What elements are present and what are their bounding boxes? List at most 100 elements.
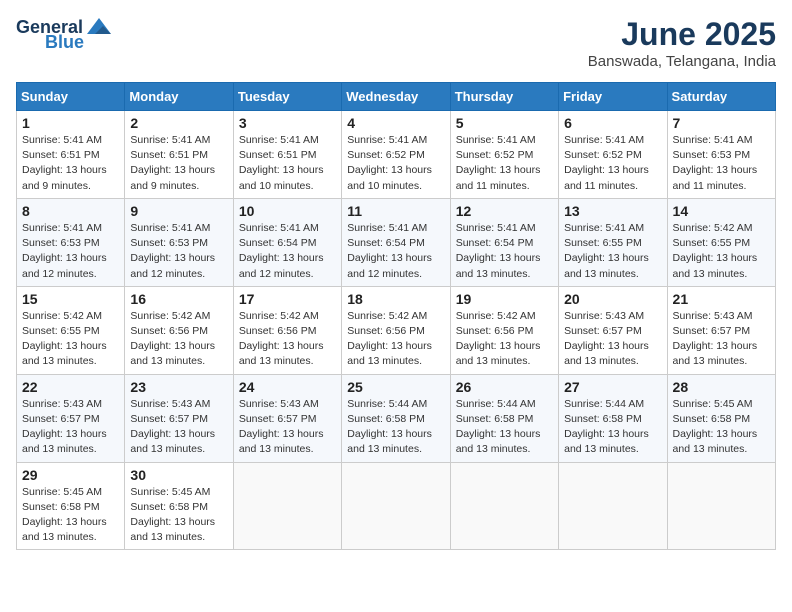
calendar-table: Sunday Monday Tuesday Wednesday Thursday… (16, 82, 776, 550)
day-number-16: 16 (130, 291, 227, 307)
header-saturday: Saturday (667, 83, 775, 111)
day-cell-13: 13 Sunrise: 5:41 AMSunset: 6:55 PMDaylig… (559, 198, 667, 286)
header-wednesday: Wednesday (342, 83, 450, 111)
logo: General Blue (16, 16, 113, 53)
day-info-29: Sunrise: 5:45 AMSunset: 6:58 PMDaylight:… (22, 486, 107, 544)
calendar-row: 15 Sunrise: 5:42 AMSunset: 6:55 PMDaylig… (17, 286, 776, 374)
day-info-4: Sunrise: 5:41 AMSunset: 6:52 PMDaylight:… (347, 134, 432, 192)
day-cell-8: 8 Sunrise: 5:41 AMSunset: 6:53 PMDayligh… (17, 198, 125, 286)
day-cell-19: 19 Sunrise: 5:42 AMSunset: 6:56 PMDaylig… (450, 286, 558, 374)
day-number-18: 18 (347, 291, 444, 307)
day-info-8: Sunrise: 5:41 AMSunset: 6:53 PMDaylight:… (22, 222, 107, 280)
day-info-23: Sunrise: 5:43 AMSunset: 6:57 PMDaylight:… (130, 398, 215, 456)
empty-cell (233, 462, 341, 550)
day-info-2: Sunrise: 5:41 AMSunset: 6:51 PMDaylight:… (130, 134, 215, 192)
day-cell-5: 5 Sunrise: 5:41 AMSunset: 6:52 PMDayligh… (450, 111, 558, 199)
day-number-28: 28 (673, 379, 770, 395)
day-info-20: Sunrise: 5:43 AMSunset: 6:57 PMDaylight:… (564, 310, 649, 368)
day-cell-11: 11 Sunrise: 5:41 AMSunset: 6:54 PMDaylig… (342, 198, 450, 286)
day-cell-12: 12 Sunrise: 5:41 AMSunset: 6:54 PMDaylig… (450, 198, 558, 286)
day-number-25: 25 (347, 379, 444, 395)
day-number-9: 9 (130, 203, 227, 219)
day-cell-17: 17 Sunrise: 5:42 AMSunset: 6:56 PMDaylig… (233, 286, 341, 374)
day-info-1: Sunrise: 5:41 AMSunset: 6:51 PMDaylight:… (22, 134, 107, 192)
day-number-30: 30 (130, 467, 227, 483)
day-info-27: Sunrise: 5:44 AMSunset: 6:58 PMDaylight:… (564, 398, 649, 456)
location-title: Banswada, Telangana, India (588, 53, 776, 70)
day-cell-23: 23 Sunrise: 5:43 AMSunset: 6:57 PMDaylig… (125, 374, 233, 462)
calendar-row: 29 Sunrise: 5:45 AMSunset: 6:58 PMDaylig… (17, 462, 776, 550)
day-number-21: 21 (673, 291, 770, 307)
day-cell-7: 7 Sunrise: 5:41 AMSunset: 6:53 PMDayligh… (667, 111, 775, 199)
day-cell-16: 16 Sunrise: 5:42 AMSunset: 6:56 PMDaylig… (125, 286, 233, 374)
day-number-5: 5 (456, 115, 553, 131)
day-info-3: Sunrise: 5:41 AMSunset: 6:51 PMDaylight:… (239, 134, 324, 192)
page-header: General Blue June 2025 Banswada, Telanga… (16, 16, 776, 70)
day-cell-4: 4 Sunrise: 5:41 AMSunset: 6:52 PMDayligh… (342, 111, 450, 199)
day-number-6: 6 (564, 115, 661, 131)
day-cell-6: 6 Sunrise: 5:41 AMSunset: 6:52 PMDayligh… (559, 111, 667, 199)
weekday-header-row: Sunday Monday Tuesday Wednesday Thursday… (17, 83, 776, 111)
day-cell-25: 25 Sunrise: 5:44 AMSunset: 6:58 PMDaylig… (342, 374, 450, 462)
day-number-10: 10 (239, 203, 336, 219)
day-cell-20: 20 Sunrise: 5:43 AMSunset: 6:57 PMDaylig… (559, 286, 667, 374)
day-number-27: 27 (564, 379, 661, 395)
header-tuesday: Tuesday (233, 83, 341, 111)
calendar-row: 1 Sunrise: 5:41 AMSunset: 6:51 PMDayligh… (17, 111, 776, 199)
day-info-25: Sunrise: 5:44 AMSunset: 6:58 PMDaylight:… (347, 398, 432, 456)
day-info-11: Sunrise: 5:41 AMSunset: 6:54 PMDaylight:… (347, 222, 432, 280)
month-title: June 2025 (588, 16, 776, 53)
day-info-19: Sunrise: 5:42 AMSunset: 6:56 PMDaylight:… (456, 310, 541, 368)
day-cell-26: 26 Sunrise: 5:44 AMSunset: 6:58 PMDaylig… (450, 374, 558, 462)
header-friday: Friday (559, 83, 667, 111)
day-cell-27: 27 Sunrise: 5:44 AMSunset: 6:58 PMDaylig… (559, 374, 667, 462)
day-number-17: 17 (239, 291, 336, 307)
day-info-18: Sunrise: 5:42 AMSunset: 6:56 PMDaylight:… (347, 310, 432, 368)
day-number-29: 29 (22, 467, 119, 483)
day-cell-10: 10 Sunrise: 5:41 AMSunset: 6:54 PMDaylig… (233, 198, 341, 286)
day-info-21: Sunrise: 5:43 AMSunset: 6:57 PMDaylight:… (673, 310, 758, 368)
day-number-7: 7 (673, 115, 770, 131)
day-cell-28: 28 Sunrise: 5:45 AMSunset: 6:58 PMDaylig… (667, 374, 775, 462)
day-info-22: Sunrise: 5:43 AMSunset: 6:57 PMDaylight:… (22, 398, 107, 456)
day-number-13: 13 (564, 203, 661, 219)
day-number-1: 1 (22, 115, 119, 131)
header-sunday: Sunday (17, 83, 125, 111)
empty-cell (667, 462, 775, 550)
header-thursday: Thursday (450, 83, 558, 111)
day-number-15: 15 (22, 291, 119, 307)
day-info-14: Sunrise: 5:42 AMSunset: 6:55 PMDaylight:… (673, 222, 758, 280)
day-cell-22: 22 Sunrise: 5:43 AMSunset: 6:57 PMDaylig… (17, 374, 125, 462)
day-number-3: 3 (239, 115, 336, 131)
day-number-14: 14 (673, 203, 770, 219)
day-info-28: Sunrise: 5:45 AMSunset: 6:58 PMDaylight:… (673, 398, 758, 456)
logo-icon (85, 16, 113, 38)
day-number-20: 20 (564, 291, 661, 307)
day-info-7: Sunrise: 5:41 AMSunset: 6:53 PMDaylight:… (673, 134, 758, 192)
calendar-row: 22 Sunrise: 5:43 AMSunset: 6:57 PMDaylig… (17, 374, 776, 462)
day-info-24: Sunrise: 5:43 AMSunset: 6:57 PMDaylight:… (239, 398, 324, 456)
day-cell-3: 3 Sunrise: 5:41 AMSunset: 6:51 PMDayligh… (233, 111, 341, 199)
day-cell-9: 9 Sunrise: 5:41 AMSunset: 6:53 PMDayligh… (125, 198, 233, 286)
day-number-19: 19 (456, 291, 553, 307)
day-info-12: Sunrise: 5:41 AMSunset: 6:54 PMDaylight:… (456, 222, 541, 280)
header-monday: Monday (125, 83, 233, 111)
day-number-26: 26 (456, 379, 553, 395)
day-number-2: 2 (130, 115, 227, 131)
day-info-15: Sunrise: 5:42 AMSunset: 6:55 PMDaylight:… (22, 310, 107, 368)
day-info-30: Sunrise: 5:45 AMSunset: 6:58 PMDaylight:… (130, 486, 215, 544)
day-cell-29: 29 Sunrise: 5:45 AMSunset: 6:58 PMDaylig… (17, 462, 125, 550)
day-info-9: Sunrise: 5:41 AMSunset: 6:53 PMDaylight:… (130, 222, 215, 280)
day-cell-2: 2 Sunrise: 5:41 AMSunset: 6:51 PMDayligh… (125, 111, 233, 199)
day-number-23: 23 (130, 379, 227, 395)
day-number-22: 22 (22, 379, 119, 395)
day-info-6: Sunrise: 5:41 AMSunset: 6:52 PMDaylight:… (564, 134, 649, 192)
empty-cell (559, 462, 667, 550)
day-cell-24: 24 Sunrise: 5:43 AMSunset: 6:57 PMDaylig… (233, 374, 341, 462)
day-cell-21: 21 Sunrise: 5:43 AMSunset: 6:57 PMDaylig… (667, 286, 775, 374)
day-cell-30: 30 Sunrise: 5:45 AMSunset: 6:58 PMDaylig… (125, 462, 233, 550)
day-info-13: Sunrise: 5:41 AMSunset: 6:55 PMDaylight:… (564, 222, 649, 280)
day-cell-15: 15 Sunrise: 5:42 AMSunset: 6:55 PMDaylig… (17, 286, 125, 374)
empty-cell (450, 462, 558, 550)
day-number-12: 12 (456, 203, 553, 219)
